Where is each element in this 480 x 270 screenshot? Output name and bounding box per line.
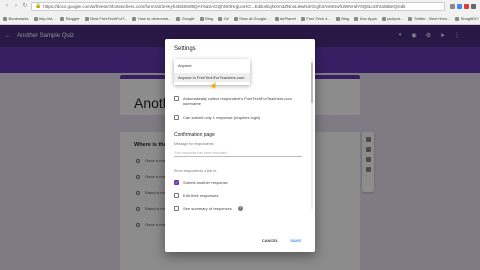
- cancel-button[interactable]: CANCEL: [262, 238, 279, 243]
- see-summary-label: See summary of responses: [183, 206, 232, 211]
- see-summary-checkbox[interactable]: [174, 206, 179, 211]
- bookmark-label: Oil: [223, 16, 229, 21]
- bookmark-label: Blog: [341, 16, 350, 21]
- extension-icon[interactable]: [450, 3, 455, 9]
- edit-responses-label: Edit their responses: [183, 193, 219, 198]
- bookmark-label: Blogger: [65, 16, 80, 21]
- dropdown-option-domain[interactable]: Anyone in FreeTechForTeachers.com: [174, 73, 250, 82]
- bookmark-label: http://st...: [39, 16, 56, 21]
- bookmark-favicon-icon: [199, 16, 204, 21]
- bookmark-favicon-icon: [274, 16, 279, 21]
- edit-responses-checkbox[interactable]: [174, 193, 179, 198]
- edit-responses-row[interactable]: Edit their responses: [174, 193, 308, 198]
- bookmark-item[interactable]: Twitter - Best Hom...: [408, 16, 450, 21]
- collect-email-checkbox[interactable]: [174, 96, 179, 101]
- bookmark-item[interactable]: SnagitDIY: [455, 16, 479, 21]
- dialog-title: Settings: [174, 46, 196, 52]
- back-icon[interactable]: ‹: [4, 3, 10, 9]
- bookmark-favicon-icon: [218, 16, 223, 21]
- extension-icon[interactable]: [457, 3, 462, 9]
- address-bar[interactable]: 🔒 https://docs.google.com/a/freetechfort…: [31, 1, 445, 11]
- bookmark-favicon-icon: [176, 16, 181, 21]
- bookmark-label: jackpot...: [387, 16, 404, 21]
- extensions: [450, 3, 476, 9]
- bookmark-favicon-icon: [33, 16, 38, 21]
- confirmation-section-title: Confirmation page: [174, 132, 215, 138]
- bookmark-label: Slow at Google...: [239, 16, 270, 21]
- forward-icon[interactable]: ›: [13, 3, 19, 9]
- bookmark-favicon-icon: [335, 16, 340, 21]
- bookmark-favicon-icon: [84, 16, 89, 21]
- bookmark-favicon-icon: [381, 16, 386, 21]
- bookmark-label: dePlanet: [280, 16, 296, 21]
- bookmark-item[interactable]: How to demonstr...: [132, 16, 171, 21]
- bookmark-item[interactable]: http://st...: [33, 16, 56, 21]
- bookmark-item[interactable]: Best FreeTechForT...: [84, 16, 128, 21]
- bookmark-item[interactable]: Doc Apps: [354, 16, 377, 21]
- submit-once-row[interactable]: Can submit only 1 response (requires log…: [174, 115, 308, 120]
- submit-another-label: Submit another response: [183, 180, 228, 185]
- help-icon[interactable]: ?: [237, 206, 243, 211]
- settings-dialog: Settings Automatically collect responden…: [165, 39, 315, 252]
- bookmark-favicon-icon: [300, 16, 305, 21]
- bookmark-favicon-icon: [3, 16, 7, 21]
- extension-icon[interactable]: [464, 3, 469, 9]
- bookmark-item[interactable]: jackpot...: [381, 16, 404, 21]
- lock-icon: 🔒: [35, 3, 42, 9]
- bookmark-favicon-icon: [132, 16, 137, 21]
- bookmark-item[interactable]: dePlanet: [274, 16, 296, 21]
- bookmark-favicon-icon: [455, 16, 460, 21]
- bookmark-item[interactable]: Free Tech 4...: [300, 16, 331, 21]
- confirmation-message-input[interactable]: Your response has been recorded: [174, 149, 302, 157]
- bookmarks-bar: Bookmarks http://st... Blogger Best FreeTec…: [0, 13, 480, 24]
- bookmark-favicon-icon: [408, 16, 413, 21]
- mouse-pointer-icon: ☝: [210, 83, 218, 89]
- collect-email-label: Automatically collect respondent's FreeT…: [183, 96, 292, 106]
- message-label: Message for respondents: [174, 142, 214, 146]
- dropdown-option-anyone[interactable]: Anyone: [178, 63, 192, 68]
- bookmark-favicon-icon: [354, 16, 359, 21]
- bookmark-item[interactable]: Bookmarks: [3, 16, 29, 21]
- submit-once-checkbox[interactable]: [174, 115, 179, 120]
- submit-another-checkbox[interactable]: ✓: [174, 180, 179, 185]
- bookmark-label: Bookmarks: [8, 16, 29, 21]
- bookmark-item[interactable]: Blogger: [60, 16, 80, 21]
- bookmark-label: Blog: [205, 16, 214, 21]
- bookmark-label: Doc Apps: [359, 16, 377, 21]
- scrollbar-thumb[interactable]: [311, 63, 313, 103]
- bookmark-item[interactable]: Oil: [218, 16, 229, 21]
- save-button[interactable]: SAVE: [290, 238, 301, 243]
- bookmark-label: Best FreeTechForT...: [90, 16, 128, 21]
- menu-icon[interactable]: [471, 3, 476, 9]
- collect-email-row[interactable]: Automatically collect respondent's FreeT…: [174, 96, 308, 106]
- bookmark-label: Twitter - Best Hom...: [413, 16, 451, 21]
- bookmark-item[interactable]: Google: [176, 16, 195, 21]
- show-link-label: Show respondents a link to:: [174, 169, 217, 173]
- bookmark-item[interactable]: Slow at Google...: [233, 16, 270, 21]
- bookmark-item[interactable]: Blog: [199, 16, 214, 21]
- bookmark-favicon-icon: [60, 16, 65, 21]
- bookmark-label: SnagitDIY: [460, 16, 479, 21]
- browser-chrome: ‹ › ↻ 🔒 https://docs.google.com/a/freete…: [0, 0, 480, 25]
- bookmark-label: How to demonstr...: [137, 16, 172, 21]
- reload-icon[interactable]: ↻: [22, 3, 28, 9]
- bookmark-item[interactable]: Blog: [335, 16, 350, 21]
- submit-once-label: Can submit only 1 response (requires log…: [183, 115, 261, 120]
- url-bar: ‹ › ↻ 🔒 https://docs.google.com/a/freete…: [0, 0, 480, 12]
- bookmark-label: Google: [181, 16, 195, 21]
- submit-another-row[interactable]: ✓ Submit another response: [174, 180, 308, 185]
- see-summary-row[interactable]: See summary of responses ?: [174, 206, 243, 211]
- bookmark-favicon-icon: [233, 16, 238, 21]
- dialog-actions: CANCEL SAVE: [262, 238, 301, 243]
- url-text: https://docs.google.com/a/freetechfortea…: [43, 3, 406, 9]
- bookmark-label: Free Tech 4...: [306, 16, 331, 21]
